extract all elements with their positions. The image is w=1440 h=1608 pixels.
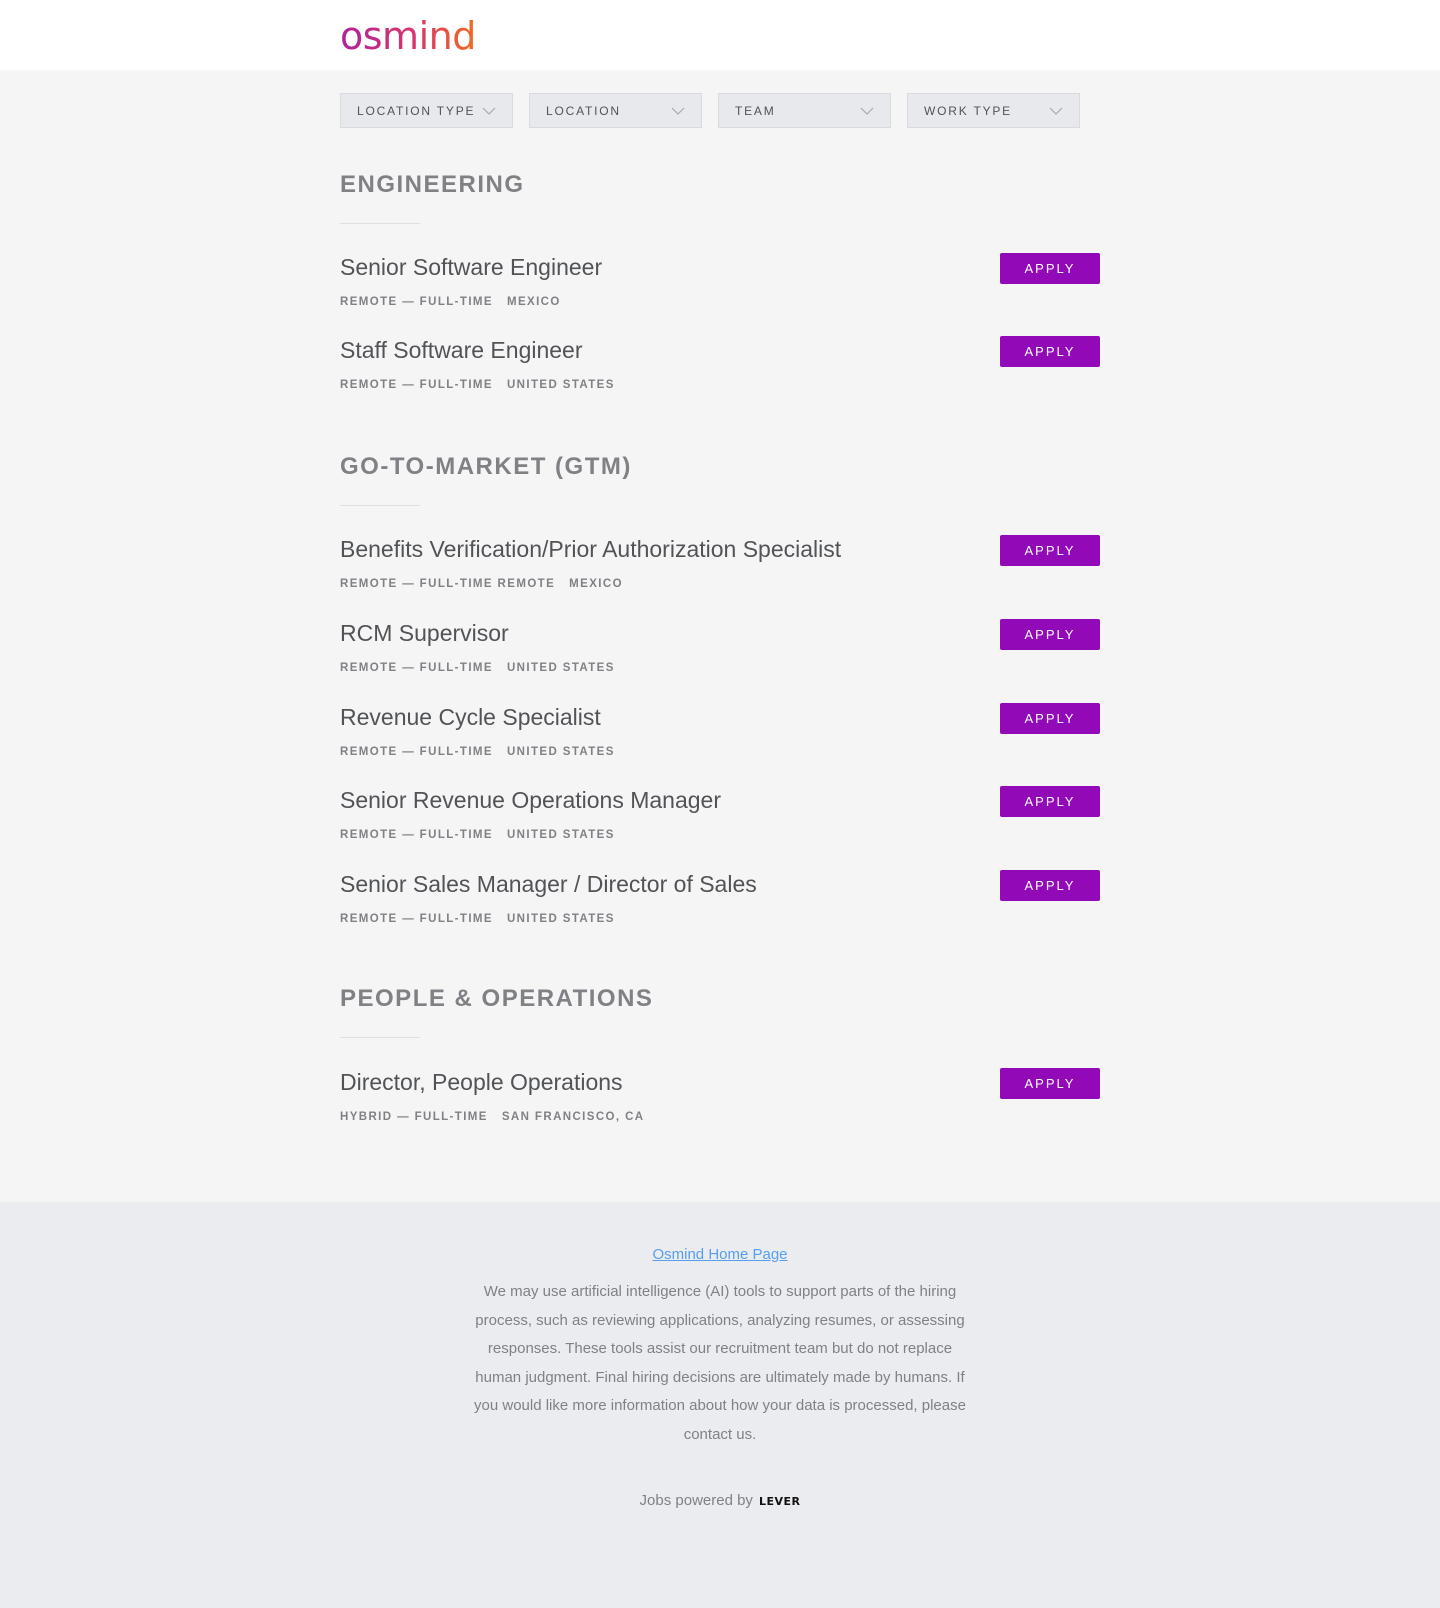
posting-title-link[interactable]: Senior Software Engineer — [340, 254, 602, 281]
posting-title-link[interactable]: Benefits Verification/Prior Authorizatio… — [340, 536, 841, 563]
posting-item: Revenue Cycle Specialist REMOTE — FULL-T… — [340, 703, 1100, 774]
posting-location: UNITED STATES — [506, 746, 615, 758]
page-footer: Osmind Home Page We may use artificial i… — [0, 1202, 1440, 1608]
posting-item: Senior Revenue Operations Manager REMOTE… — [340, 786, 1100, 857]
posting-item: Staff Software Engineer REMOTE — FULL-TI… — [340, 336, 1100, 407]
posting-categories: REMOTE — FULL-TIME UNITED STATES — [340, 746, 615, 758]
filter-label: TEAM — [735, 103, 776, 118]
posting-location: SAN FRANCISCO, CA — [501, 1111, 645, 1123]
posting-title-link[interactable]: Senior Revenue Operations Manager — [340, 787, 721, 814]
posting-location: MEXICO — [569, 578, 623, 590]
postings-container: LOCATION TYPE LOCATION TEAM WORK TYPE EN… — [0, 70, 1440, 1202]
posting-commitment: REMOTE — FULL-TIME — [340, 662, 493, 674]
posting-title-link[interactable]: Director, People Operations — [340, 1069, 623, 1096]
posting-title-link[interactable]: RCM Supervisor — [340, 620, 509, 647]
posting-item: Senior Sales Manager / Director of Sales… — [340, 870, 1100, 941]
section-divider — [340, 505, 420, 506]
posting-categories: REMOTE — FULL-TIME UNITED STATES — [340, 662, 615, 674]
section-title-engineering: ENGINEERING — [340, 171, 525, 198]
posting-location: UNITED STATES — [506, 379, 615, 391]
posting-commitment: REMOTE — FULL-TIME — [340, 379, 493, 391]
apply-button[interactable]: APPLY — [1000, 870, 1100, 901]
lever-logo[interactable]: LEVER — [759, 1495, 801, 1508]
filter-team[interactable]: TEAM — [718, 93, 891, 128]
top-bar: osmind — [0, 0, 1440, 70]
posting-item: Director, People Operations HYBRID — FUL… — [340, 1068, 1100, 1139]
chevron-down-icon — [671, 107, 685, 115]
posting-item: Senior Software Engineer REMOTE — FULL-T… — [340, 253, 1100, 324]
posting-categories: REMOTE — FULL-TIME MEXICO — [340, 296, 561, 308]
chevron-down-icon — [860, 107, 874, 115]
posting-commitment: REMOTE — FULL-TIME REMOTE — [340, 578, 556, 590]
filter-label: LOCATION — [546, 103, 621, 118]
posting-title-link[interactable]: Senior Sales Manager / Director of Sales — [340, 871, 757, 898]
section-divider — [340, 223, 420, 224]
apply-button[interactable]: APPLY — [1000, 703, 1100, 734]
posting-location: UNITED STATES — [506, 662, 615, 674]
filter-bar: LOCATION TYPE LOCATION TEAM WORK TYPE — [340, 93, 1096, 128]
chevron-down-icon — [482, 107, 496, 115]
posting-commitment: REMOTE — FULL-TIME — [340, 746, 493, 758]
posting-location: MEXICO — [506, 296, 561, 308]
posting-location: UNITED STATES — [506, 913, 615, 925]
posting-commitment: REMOTE — FULL-TIME — [340, 829, 493, 841]
posting-item: RCM Supervisor REMOTE — FULL-TIME UNITED … — [340, 619, 1100, 690]
ai-notice-text: We may use artificial intelligence (AI) … — [474, 1283, 966, 1443]
home-page-link[interactable]: Osmind Home Page — [0, 1246, 1440, 1263]
filter-location[interactable]: LOCATION — [529, 93, 702, 128]
filter-label: WORK TYPE — [924, 103, 1012, 118]
section-divider — [340, 1037, 420, 1038]
apply-button[interactable]: APPLY — [1000, 786, 1100, 817]
apply-button[interactable]: APPLY — [1000, 619, 1100, 650]
apply-button[interactable]: APPLY — [1000, 535, 1100, 566]
section-title-gtm: GO-TO-MARKET (GTM) — [340, 453, 632, 480]
posting-commitment: REMOTE — FULL-TIME — [340, 913, 493, 925]
posting-categories: REMOTE — FULL-TIME UNITED STATES — [340, 829, 615, 841]
posting-categories: REMOTE — FULL-TIME REMOTE MEXICO — [340, 578, 623, 590]
posting-title-link[interactable]: Revenue Cycle Specialist — [340, 704, 601, 731]
powered-by-text: Jobs powered by — [639, 1492, 753, 1509]
filter-location-type[interactable]: LOCATION TYPE — [340, 93, 513, 128]
posting-title-link[interactable]: Staff Software Engineer — [340, 337, 583, 364]
powered-by: Jobs powered by LEVER — [0, 1492, 1440, 1509]
posting-commitment: REMOTE — FULL-TIME — [340, 296, 493, 308]
posting-categories: REMOTE — FULL-TIME UNITED STATES — [340, 379, 615, 391]
chevron-down-icon — [1049, 107, 1063, 115]
apply-button[interactable]: APPLY — [1000, 336, 1100, 367]
posting-location: UNITED STATES — [506, 829, 615, 841]
filter-label: LOCATION TYPE — [357, 103, 476, 118]
apply-button[interactable]: APPLY — [1000, 1068, 1100, 1099]
posting-categories: REMOTE — FULL-TIME UNITED STATES — [340, 913, 615, 925]
filter-work-type[interactable]: WORK TYPE — [907, 93, 1080, 128]
posting-categories: HYBRID — FULL-TIME SAN FRANCISCO, CA — [340, 1111, 645, 1123]
posting-commitment: HYBRID — FULL-TIME — [340, 1111, 488, 1123]
posting-item: Benefits Verification/Prior Authorizatio… — [340, 535, 1100, 606]
osmind-logo[interactable]: osmind — [340, 12, 476, 60]
section-title-people-operations: PEOPLE & OPERATIONS — [340, 985, 654, 1012]
apply-button[interactable]: APPLY — [1000, 253, 1100, 284]
